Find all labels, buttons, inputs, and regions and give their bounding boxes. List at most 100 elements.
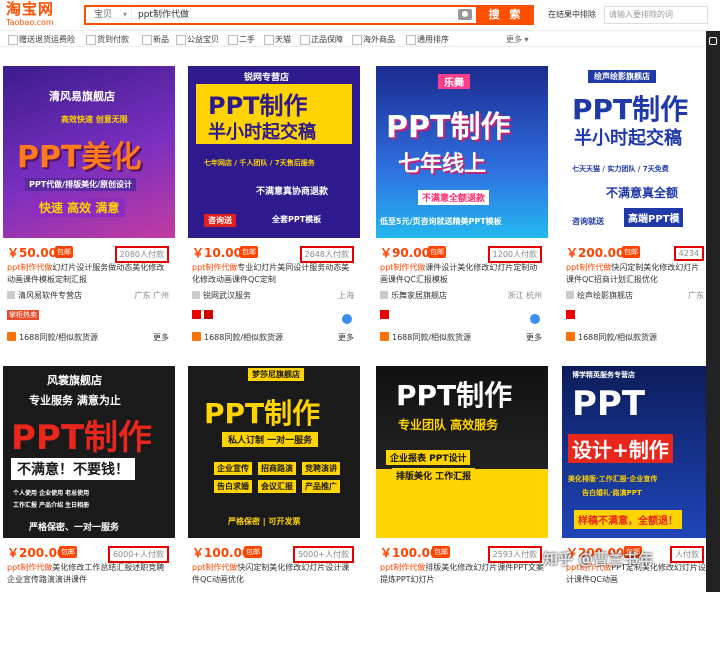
title-keyword: ppt制作代做 — [7, 563, 53, 572]
poster-headline: PPT — [572, 384, 646, 424]
product-image[interactable]: PPT制作 专业团队 高效服务 企业报表 PPT设计 排版美化 工作汇报 — [376, 366, 548, 538]
product-title[interactable]: ppt制作代做排版美化修改幻灯片课件PPT文案提炼PPT幻灯片 — [380, 562, 544, 586]
product-card[interactable]: 风裳旗舰店 专业服务 满意为止 PPT制作 不满意！不要钱！ 个人使用 企业使用… — [3, 366, 175, 658]
search-button[interactable]: 搜 索 — [478, 5, 534, 25]
filter-tmall[interactable]: 天猫 — [264, 34, 291, 45]
search-input[interactable]: ppt制作代做 — [138, 7, 458, 23]
price: ￥10.00 — [192, 246, 242, 260]
product-title[interactable]: ppt制作代做快闪定制美化修改幻灯片课件QC招商计划汇报优化 — [566, 262, 706, 286]
filter-sort[interactable]: 通用排序 — [406, 34, 449, 45]
free-shipping-badge: 包邮 — [432, 546, 450, 558]
product-title[interactable]: ppt制作代做幻灯片设计服务做动态美化修改动画课件模板定制汇报 — [7, 262, 171, 286]
product-card[interactable]: 乐舞 PPT制作 七年线上 不满意全额退款 低至5元/页咨询就送精美PPT模板 … — [376, 66, 548, 358]
poster-headline: PPT制作 — [11, 418, 153, 458]
poster-guarantee: 不满意真协商退款 — [256, 187, 329, 197]
exclude-input[interactable]: 请输入要排除的词 — [604, 6, 708, 24]
more-button[interactable]: 更多 — [526, 332, 542, 343]
filter-charity[interactable]: 公益宝贝 — [176, 34, 219, 45]
filter-freight-insurance[interactable]: 赠送退货运费险 — [8, 34, 75, 45]
poster-line1: 美化排版·工作汇报·企业宣传 — [568, 475, 658, 483]
shop-link[interactable]: 锐网武汉服务 — [192, 290, 251, 301]
filter-more-button[interactable]: 更多 ▾ — [506, 34, 529, 45]
poster-template: 高端PPT模 — [624, 208, 684, 227]
poster-shop: 绘声绘影旗舰店 — [588, 70, 656, 83]
poster-subhead: 半小时起交稿 — [574, 128, 682, 149]
product-card[interactable]: 清风易旗舰店 高效快速 创意无限 PPT美化 PPT代做/排版美化/原创设计 快… — [3, 66, 175, 358]
poster-subhead: 不满意！不要钱！ — [11, 458, 135, 480]
free-shipping-badge: 包邮 — [622, 246, 640, 258]
poster-shop: 锐网专营店 — [244, 73, 290, 83]
free-shipping-badge: 包邮 — [55, 246, 73, 258]
product-card[interactable]: 博学精英服务专营店 PPT 设计+制作 美化排版·工作汇报·企业宣传 告白婚礼·… — [562, 366, 706, 658]
poster-subhead: 设计+制作 — [568, 434, 673, 463]
poster: PPT制作 专业团队 高效服务 企业报表 PPT设计 排版美化 工作汇报 — [376, 366, 548, 538]
product-title[interactable]: ppt制作代做美化修改工作总结汇报述职竞聘企业宣传路演演讲课件 — [7, 562, 171, 586]
product-title[interactable]: ppt制作代做专业幻灯片美同设计服务动态美化修改动画课件QC定制 — [192, 262, 356, 286]
product-image[interactable]: 风裳旗舰店 专业服务 满意为止 PPT制作 不满意！不要钱！ 个人使用 企业使用… — [3, 366, 175, 538]
search-scope-select[interactable]: 宝贝 ▾ — [86, 7, 132, 23]
poster-line1: 个人使用 企业使用 老总使用 — [13, 490, 90, 497]
poster-subline: PPT代做/排版美化/原创设计 — [25, 178, 137, 191]
search-scope-label: 宝贝 — [94, 10, 113, 20]
poster-subline: 七天天猫 / 实力团队 / 7天免费 — [572, 165, 669, 173]
poster-headline: PPT美化 — [17, 140, 142, 175]
chat-icon[interactable] — [530, 314, 540, 324]
product-title[interactable]: ppt制作代做课件设计美化修改幻灯片定制动画课件QC汇报模板 — [380, 262, 544, 286]
filter-cod[interactable]: 货到付款 — [86, 34, 129, 45]
product-card[interactable]: 绘声绘影旗舰店 PPT制作 半小时起交稿 七天天猫 / 实力团队 / 7天免费 … — [562, 66, 706, 358]
poster-gift: 咨询送 — [204, 214, 236, 227]
poster-headline: PPT制作 — [396, 379, 513, 412]
product-image[interactable]: 乐舞 PPT制作 七年线上 不满意全额退款 低至5元/页咨询就送精美PPT模板 — [376, 66, 548, 238]
filter-genuine[interactable]: 正品保障 — [300, 34, 343, 45]
shop-link[interactable]: 乐舞家居旗舰店 — [380, 290, 447, 301]
filter-new[interactable]: 新品 — [142, 34, 169, 45]
filter-overseas[interactable]: 海外商品 — [352, 34, 395, 45]
poster-slogan: 高效快速 创意无限 — [61, 115, 128, 124]
camera-icon[interactable] — [458, 9, 472, 20]
product-card[interactable]: 梦莎尼旗舰店 PPT制作 私人订制 一对一服务 企业宣传 招商路演 竞聘演讲 告… — [188, 366, 360, 658]
product-title[interactable]: ppt制作代做快闪定制美化修改幻灯片设计课件QC动画优化 — [192, 562, 356, 586]
poster-footer: 严格保密 | 可开发票 — [228, 517, 301, 526]
product-image[interactable]: 锐网专营店 PPT制作 半小时起交稿 七年网店 / 千人团队 / 7天售后服务 … — [188, 66, 360, 238]
product-card[interactable]: PPT制作 专业团队 高效服务 企业报表 PPT设计 排版美化 工作汇报 ￥10… — [376, 366, 548, 658]
toolbar-icon[interactable] — [709, 37, 717, 45]
tmall-icon — [192, 310, 201, 319]
poster: 乐舞 PPT制作 七年线上 不满意全额退款 低至5元/页咨询就送精美PPT模板 — [376, 66, 548, 238]
product-image[interactable]: 绘声绘影旗舰店 PPT制作 半小时起交稿 七天天猫 / 实力团队 / 7天免费 … — [562, 66, 706, 238]
title-keyword: ppt制作代做 — [192, 563, 238, 572]
poster-gift: 咨询就送 — [572, 217, 604, 226]
poster-tag: 会议汇报 — [258, 480, 296, 493]
more-button[interactable]: 更多 — [153, 332, 169, 343]
sales-count: 6000+人付款 — [107, 546, 169, 563]
poster-subhead: 七年线上 — [398, 152, 487, 177]
similar-link[interactable]: 1688同款/相似款货源 — [380, 332, 471, 343]
tmall-icon — [566, 310, 575, 319]
tag-row: 掌柜热卖 — [7, 310, 39, 322]
product-image[interactable]: 清风易旗舰店 高效快速 创意无限 PPT美化 PPT代做/排版美化/原创设计 快… — [3, 66, 175, 238]
product-image[interactable]: 梦莎尼旗舰店 PPT制作 私人订制 一对一服务 企业宣传 招商路演 竞聘演讲 告… — [188, 366, 360, 538]
watermark: 知乎 @曹兰书年 — [543, 550, 654, 568]
shop-link[interactable]: 清风易软件专营店 — [7, 290, 82, 301]
poster-line2: 告白婚礼·路演PPT — [582, 489, 642, 497]
sales-count: 1200人付款 — [487, 246, 542, 263]
poster-shop: 乐舞 — [438, 74, 470, 89]
similar-link[interactable]: 1688同款/相似款货源 — [192, 332, 283, 343]
taobao-logo[interactable]: 淘宝网 Taobao.com — [6, 1, 68, 29]
filter-second-hand[interactable]: 二手 — [228, 34, 255, 45]
poster-slogan: 专业服务 满意为止 — [29, 394, 121, 407]
tag-row — [566, 310, 578, 322]
hot-tag: 掌柜热卖 — [7, 310, 39, 320]
product-card[interactable]: 锐网专营店 PPT制作 半小时起交稿 七年网店 / 千人团队 / 7天售后服务 … — [188, 66, 360, 358]
chat-icon[interactable] — [342, 314, 352, 324]
similar-link[interactable]: 1688同款/相似款货源 — [7, 332, 98, 343]
sales-count: 4234 — [673, 246, 704, 261]
right-toolbar[interactable] — [706, 31, 720, 592]
product-image[interactable]: 博学精英服务专营店 PPT 设计+制作 美化排版·工作汇报·企业宣传 告白婚礼·… — [562, 366, 706, 538]
shop-link[interactable]: 绘声绘影旗舰店 — [566, 290, 633, 301]
free-shipping-badge: 包邮 — [244, 546, 262, 558]
search-box: 宝贝 ▾ ppt制作代做 — [84, 5, 478, 25]
price: ￥50.00 — [7, 246, 57, 260]
more-button[interactable]: 更多 — [338, 332, 354, 343]
similar-link[interactable]: 1688同款/相似款货源 — [566, 332, 657, 343]
sales-count: 2648人付款 — [299, 246, 354, 263]
